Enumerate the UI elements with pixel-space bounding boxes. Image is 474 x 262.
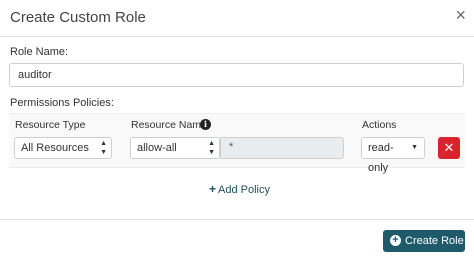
dialog-title: Create Custom Role bbox=[10, 9, 146, 26]
plus-circle-icon: + bbox=[390, 235, 401, 246]
role-name-input[interactable] bbox=[9, 63, 464, 87]
actions-value: read-only bbox=[368, 142, 394, 174]
dialog-header: Create Custom Role × bbox=[0, 0, 474, 37]
select-arrows-icon: ▲ ▼ bbox=[208, 140, 215, 156]
select-arrows-icon: ▲ ▼ bbox=[100, 140, 107, 156]
create-role-button[interactable]: + Create Role bbox=[383, 230, 465, 252]
resource-name-label: Resource Name bbox=[131, 119, 207, 131]
resource-type-value: All Resources bbox=[21, 142, 89, 154]
resource-type-select[interactable]: All Resources ▲ ▼ bbox=[14, 137, 112, 159]
resource-value-field: * bbox=[220, 137, 344, 159]
permissions-label: Permissions Policies: bbox=[10, 97, 114, 109]
resource-name-select[interactable]: allow-all ▲ ▼ bbox=[130, 137, 220, 159]
plus-icon: + bbox=[209, 182, 217, 196]
actions-label: Actions bbox=[362, 119, 397, 131]
delete-icon: ✕ bbox=[443, 140, 455, 155]
resource-type-label: Resource Type bbox=[15, 119, 86, 131]
resource-name-value: allow-all bbox=[137, 142, 177, 154]
delete-policy-button[interactable]: ✕ bbox=[438, 137, 460, 159]
close-icon[interactable]: × bbox=[455, 4, 466, 26]
info-icon[interactable]: i bbox=[200, 119, 211, 130]
create-role-label: Create Role bbox=[405, 235, 464, 247]
actions-select[interactable]: read-only ▼ bbox=[361, 137, 425, 174]
add-policy-button[interactable]: + Add Policy bbox=[209, 182, 270, 196]
role-name-label: Role Name: bbox=[10, 46, 69, 58]
caret-down-icon: ▼ bbox=[411, 144, 418, 151]
add-policy-label: Add Policy bbox=[218, 184, 270, 196]
footer-divider bbox=[0, 219, 474, 220]
